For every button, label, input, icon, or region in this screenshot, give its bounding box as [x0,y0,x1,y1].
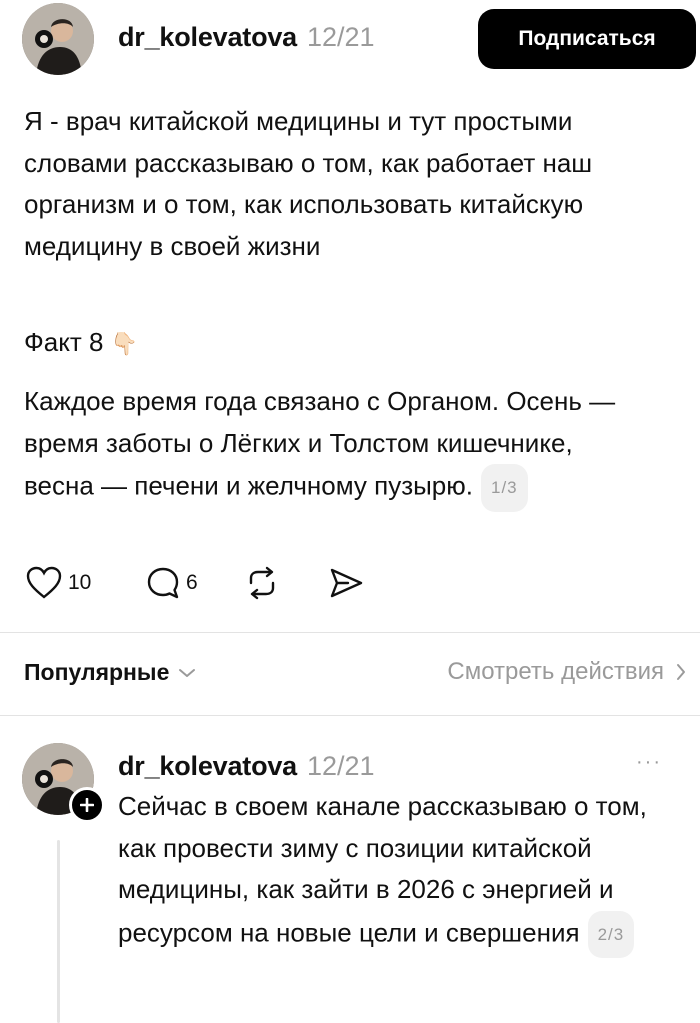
reply-header-meta: dr_kolevatova 12/21 [118,751,375,782]
fact-label: Факт 8 [24,327,104,357]
post-username[interactable]: dr_kolevatova [118,22,297,53]
chevron-right-icon [677,664,685,680]
pointing-down-emoji: 👇🏻 [110,331,139,356]
subscribe-button[interactable]: Подписаться [478,9,696,69]
reply-body: Сейчас в своем канале рассказываю о том,… [118,791,647,948]
share-button[interactable] [328,566,364,600]
see-actions-link[interactable]: Смотреть действия [447,658,690,686]
heart-icon [26,566,62,599]
comment-button[interactable]: 6 [146,566,198,600]
repost-button[interactable] [244,566,280,600]
section-divider-top [0,632,700,633]
avatar-photo [22,3,94,75]
follow-plus-button[interactable] [69,787,105,823]
more-options-icon[interactable]: ··· [636,751,662,774]
reply-body-text: Сейчас в своем канале рассказываю о том,… [118,786,683,958]
fact-line: Факт 8 👇🏻 [24,322,138,365]
repost-icon [249,566,275,600]
section-divider-bottom [0,715,700,716]
comment-count: 6 [186,571,198,594]
page-counter-badge: 1/3 [481,464,528,512]
see-actions-label: Смотреть действия [447,658,664,685]
post-intro-text: Я - врач китайской медицины и тут просты… [24,106,593,261]
sort-dropdown[interactable]: Популярные [24,659,197,686]
reply-page-counter-badge: 2/3 [587,910,635,958]
plus-icon [80,798,94,812]
sort-label: Популярные [24,659,170,685]
reply-date: 12/21 [307,751,375,781]
comment-bubble-icon [147,567,179,599]
post-header-meta: dr_kolevatova 12/21 [118,22,375,53]
like-button[interactable]: 10 [26,566,91,600]
post-date: 12/21 [307,22,375,52]
author-avatar[interactable] [22,3,94,75]
post-body-text: Каждое время года связано с Органом. Осе… [24,381,644,512]
reply-username[interactable]: dr_kolevatova [118,751,297,782]
like-count: 10 [68,571,92,594]
chevron-down-icon [179,668,196,677]
send-icon [330,568,363,598]
thread-line [57,840,60,1023]
